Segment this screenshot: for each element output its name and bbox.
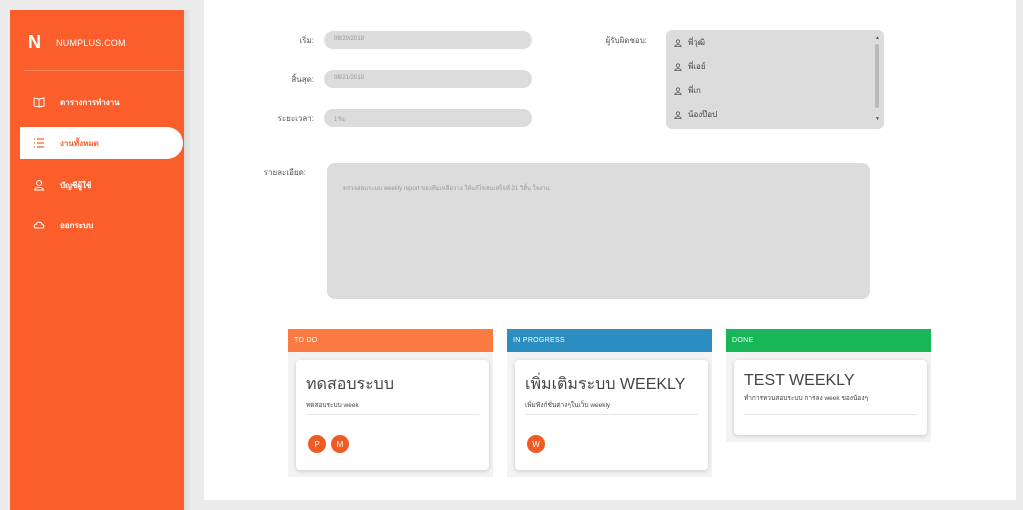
task-title: ทดสอบระบบ <box>306 376 394 393</box>
task-card[interactable]: ทดสอบระบบ ทดสอบระบบ week P M <box>296 360 489 470</box>
scroll-up-icon[interactable]: ▲ <box>875 36 880 41</box>
duration-label: ระยะเวลา: <box>277 114 314 123</box>
sidebar-item-label: งานทั้งหมด <box>60 138 99 148</box>
cloud-icon <box>32 218 46 232</box>
sidebar-item-label: ออกระบบ <box>60 220 94 230</box>
book-icon <box>32 95 46 109</box>
assignee-item[interactable]: พี่วุฒิ <box>674 36 705 49</box>
divider <box>525 414 698 415</box>
task-card[interactable]: TEST WEEKLY ทำการทวนสอบระบบ การลง week ข… <box>734 360 927 435</box>
start-date-label: เริ่ม: <box>299 36 314 45</box>
sidebar-item-label: ตารางการทำงาน <box>60 97 120 107</box>
assignee-name: พี่วุฒิ <box>688 38 705 47</box>
avatar[interactable]: P <box>308 435 326 453</box>
sidebar-item-label: บัญชีผู้ใช้ <box>60 180 92 190</box>
assignee-item[interactable]: พี่เก <box>674 84 701 97</box>
user-icon <box>674 110 682 119</box>
detail-textarea[interactable]: ตรวจสอบระบบ weekly report ของทีมเหลือวาง… <box>327 163 870 299</box>
user-icon <box>674 86 682 95</box>
user-icon <box>32 178 46 192</box>
assignee-item[interactable]: น้องป๊อป <box>674 108 717 121</box>
divider <box>24 70 184 71</box>
in-progress-column-header: IN PROGRESS <box>507 329 712 352</box>
assignee-name: น้องป๊อป <box>688 110 718 119</box>
end-date-field[interactable]: 08/21/2018 <box>324 70 532 88</box>
assignee-label: ผู้รับผิดชอบ: <box>605 36 647 45</box>
sidebar-item-account[interactable]: บัญชีผู้ใช้ <box>20 169 183 201</box>
brand-name: NUMPLUS.COM <box>56 37 126 48</box>
sidebar-shadow <box>184 10 192 510</box>
task-subtitle: เพิ่มฟังก์ชั่นต่างๆในเว็บ weekly <box>525 402 611 409</box>
avatar[interactable]: W <box>527 435 545 453</box>
sidebar: N NUMPLUS.COM ตารางการทำงาน งานทั้งหมด บ… <box>10 10 184 510</box>
divider <box>306 414 479 415</box>
assignee-item[interactable]: พี่เอย์ <box>674 60 706 73</box>
avatar[interactable]: M <box>331 435 349 453</box>
main-panel: เริ่ม: 08/20/2018 สิ้นสุด: 08/21/2018 ระ… <box>204 0 1016 500</box>
done-column-header: DONE <box>726 329 931 352</box>
task-card[interactable]: เพิ่มเติมระบบ WEEKLY เพิ่มฟังก์ชั่นต่างๆ… <box>515 360 708 470</box>
scrollbar[interactable]: ▲ ▼ <box>874 36 880 122</box>
assignee-list[interactable]: พี่วุฒิ พี่เอย์ พี่เก น้องป๊อป ▲ ▼ <box>666 30 884 129</box>
assignee-name: พี่เก <box>688 86 701 95</box>
duration-field[interactable]: 1วัน <box>324 109 532 127</box>
user-icon <box>674 62 682 71</box>
task-title: เพิ่มเติมระบบ WEEKLY <box>525 376 686 393</box>
task-title: TEST WEEKLY <box>744 372 855 389</box>
sidebar-item-all-tasks[interactable]: งานทั้งหมด <box>20 127 183 159</box>
scrollbar-thumb[interactable] <box>875 44 879 108</box>
assignee-name: พี่เอย์ <box>688 62 706 71</box>
task-subtitle: ทำการทวนสอบระบบ การลง week ของน้องๆ <box>744 395 868 402</box>
brand[interactable]: N NUMPLUS.COM <box>28 32 126 53</box>
sidebar-item-logout[interactable]: ออกระบบ <box>20 209 183 241</box>
brand-logo: N <box>28 32 41 52</box>
detail-label: รายละเอียด: <box>263 168 306 177</box>
todo-column-header: TO DO <box>288 329 493 352</box>
sidebar-item-schedule[interactable]: ตารางการทำงาน <box>20 86 183 118</box>
end-date-label: สิ้นสุด: <box>291 75 314 84</box>
list-icon <box>32 136 46 150</box>
task-subtitle: ทดสอบระบบ week <box>306 402 359 409</box>
start-date-field[interactable]: 08/20/2018 <box>324 31 532 49</box>
divider <box>744 414 917 415</box>
user-icon <box>674 38 682 47</box>
scroll-down-icon[interactable]: ▼ <box>875 117 880 122</box>
